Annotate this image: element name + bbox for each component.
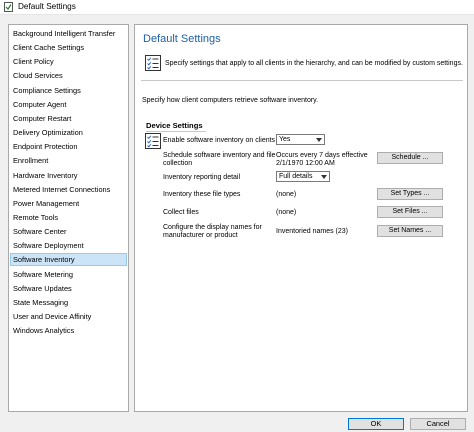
sidebar-item-metered-internet-connections[interactable]: Metered Internet Connections xyxy=(10,183,127,196)
sidebar-item-computer-agent[interactable]: Computer Agent xyxy=(10,98,127,111)
settings-check-icon xyxy=(4,2,13,12)
sidebar-item-software-center[interactable]: Software Center xyxy=(10,225,127,238)
schedule-value-line2: 2/1/1970 12:00 AM xyxy=(276,160,335,167)
enable-inventory-label: Enable software inventory on clients xyxy=(163,137,276,144)
sidebar-item-client-cache-settings[interactable]: Client Cache Settings xyxy=(10,41,127,54)
chevron-down-icon xyxy=(321,175,327,179)
sidebar-item-user-and-device-affinity[interactable]: User and Device Affinity xyxy=(10,310,127,323)
settings-panel: Default Settings Specify settings that a… xyxy=(134,24,468,412)
display-names-label-line1: Configure the display names for xyxy=(163,224,262,231)
sidebar-item-delivery-optimization[interactable]: Delivery Optimization xyxy=(10,126,127,139)
section-title: Device Settings xyxy=(146,121,203,130)
settings-category-list[interactable]: Background Intelligent Transfer Client C… xyxy=(8,24,129,412)
sidebar-item-compliance-settings[interactable]: Compliance Settings xyxy=(10,84,127,97)
display-names-value: Inventoried names (23) xyxy=(276,228,348,235)
reporting-detail-select[interactable]: Full details xyxy=(276,171,330,182)
divider xyxy=(141,80,463,81)
ok-button[interactable]: OK xyxy=(348,418,404,430)
sidebar-item-state-messaging[interactable]: State Messaging xyxy=(10,296,127,309)
reporting-detail-label: Inventory reporting detail xyxy=(163,174,241,181)
sidebar-item-power-management[interactable]: Power Management xyxy=(10,197,127,210)
sidebar-item-cloud-services[interactable]: Cloud Services xyxy=(10,69,127,82)
enable-inventory-select[interactable]: Yes xyxy=(276,134,325,145)
sidebar-item-software-deployment[interactable]: Software Deployment xyxy=(10,239,127,252)
sidebar-item-enrollment[interactable]: Enrollment xyxy=(10,154,127,167)
schedule-button[interactable]: Schedule ... xyxy=(377,152,443,164)
window-title: Default Settings xyxy=(18,2,76,11)
display-names-label-line2: manufacturer or product xyxy=(163,232,238,239)
panel-description: Specify settings that apply to all clien… xyxy=(165,60,463,67)
sidebar-item-windows-analytics[interactable]: Windows Analytics xyxy=(10,324,127,337)
chevron-down-icon xyxy=(316,138,322,142)
file-types-label: Inventory these file types xyxy=(163,191,241,198)
file-types-value: (none) xyxy=(276,191,297,198)
checklist-icon xyxy=(145,55,161,71)
sidebar-item-software-inventory[interactable]: Software Inventory xyxy=(10,253,127,266)
reporting-detail-value: Full details xyxy=(279,173,313,180)
set-types-button[interactable]: Set Types ... xyxy=(377,188,443,200)
sidebar-item-computer-restart[interactable]: Computer Restart xyxy=(10,112,127,125)
schedule-value-line1: Occurs every 7 days effective xyxy=(276,152,368,159)
title-bar: Default Settings xyxy=(0,0,474,15)
sidebar-item-endpoint-protection[interactable]: Endpoint Protection xyxy=(10,140,127,153)
sidebar-item-software-updates[interactable]: Software Updates xyxy=(10,282,127,295)
collect-files-value: (none) xyxy=(276,209,297,216)
checklist-icon xyxy=(145,133,161,149)
sidebar-item-client-policy[interactable]: Client Policy xyxy=(10,55,127,68)
cancel-button[interactable]: Cancel xyxy=(410,418,466,430)
sidebar-item-hardware-inventory[interactable]: Hardware Inventory xyxy=(10,169,127,182)
schedule-label-line1: Schedule software inventory and file xyxy=(163,152,276,159)
panel-title: Default Settings xyxy=(143,33,221,45)
schedule-label-line2: collection xyxy=(163,160,193,167)
set-names-button[interactable]: Set Names ... xyxy=(377,225,443,237)
sidebar-item-background-intelligent-transfer[interactable]: Background Intelligent Transfer xyxy=(10,27,127,40)
enable-inventory-value: Yes xyxy=(279,136,291,143)
collect-files-label: Collect files xyxy=(163,209,199,216)
sidebar-item-remote-tools[interactable]: Remote Tools xyxy=(10,211,127,224)
set-files-button[interactable]: Set Files ... xyxy=(377,206,443,218)
sidebar-item-software-metering[interactable]: Software Metering xyxy=(10,268,127,281)
inventory-description: Specify how client computers retrieve so… xyxy=(142,97,319,104)
section-underline xyxy=(146,131,206,132)
